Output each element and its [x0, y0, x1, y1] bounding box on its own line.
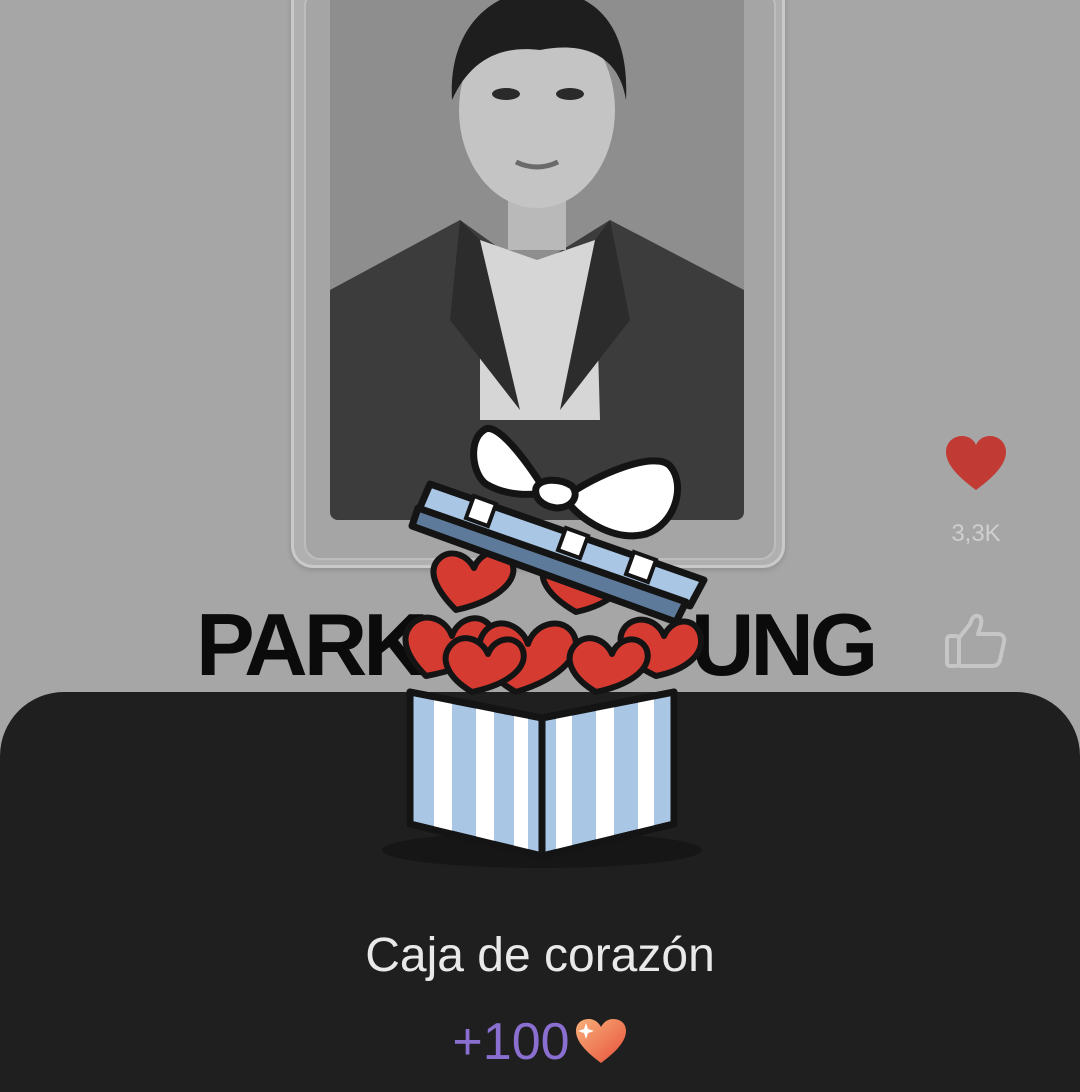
heart-like-icon[interactable] [944, 434, 1008, 494]
reward-amount-row: +100 [0, 1012, 1080, 1072]
heart-gift-box-icon [382, 425, 708, 868]
heart-icon [575, 1019, 626, 1063]
thumbs-up-icon[interactable] [944, 612, 1008, 670]
like-count: 3,3K [951, 520, 1001, 547]
reward-amount: +100 [452, 1013, 570, 1071]
artist-name-right: UNG [690, 595, 879, 694]
reward-title: Caja de corazón [365, 929, 715, 982]
